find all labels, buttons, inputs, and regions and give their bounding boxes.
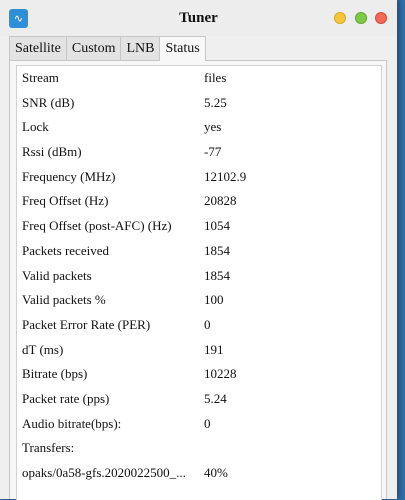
- row-value: 1854: [204, 267, 230, 283]
- row-value: yes: [204, 119, 222, 135]
- tab-satellite[interactable]: Satellite: [9, 36, 67, 60]
- minimize-button[interactable]: [334, 12, 346, 24]
- table-row: Valid packets 1854: [17, 264, 381, 289]
- row-key: Packet Error Rate (PER): [22, 316, 151, 332]
- table-row: Audio bitrate(bps): 0: [17, 412, 381, 437]
- row-key: SNR (dB): [22, 94, 75, 110]
- table-row: Transfers:: [17, 436, 381, 461]
- table-row: Packets received 1854: [17, 239, 381, 264]
- row-key: Packet rate (pps): [22, 390, 110, 406]
- row-key: Freq Offset (post-AFC) (Hz): [22, 218, 172, 234]
- row-value: 191: [204, 341, 224, 357]
- table-row: Packet Error Rate (PER) 0: [17, 313, 381, 338]
- table-row: Lock yes: [17, 115, 381, 140]
- status-table[interactable]: Stream files SNR (dB) 5.25 Lock yes Rssi (d…: [16, 65, 382, 500]
- row-key: Bitrate (bps): [22, 366, 88, 382]
- row-key: Valid packets: [22, 267, 92, 283]
- row-key: Rssi (dBm): [22, 144, 82, 160]
- tab-status[interactable]: Status: [159, 36, 206, 61]
- table-row: Rssi (dBm) -77: [17, 140, 381, 165]
- table-row: Freq Offset (post-AFC) (Hz) 1054: [17, 214, 381, 239]
- row-value: 40%: [204, 465, 228, 480]
- row-value: 1054: [204, 218, 230, 234]
- table-row: Frequency (MHz) 12102.9: [17, 165, 381, 190]
- row-key: Audio bitrate(bps):: [22, 415, 122, 431]
- table-row: dT (ms) 191: [17, 338, 381, 363]
- row-key: Frequency (MHz): [22, 168, 116, 184]
- row-value: 0: [204, 316, 211, 332]
- row-key: Packets received: [22, 242, 109, 258]
- title-bar[interactable]: ∿ Tuner: [0, 0, 397, 36]
- maximize-button[interactable]: [355, 12, 367, 24]
- table-row: Valid packets % 100: [17, 288, 381, 313]
- table-row: SNR (dB) 5.25: [17, 91, 381, 116]
- table-row: Packet rate (pps) 5.24: [17, 387, 381, 412]
- row-value: 12102.9: [204, 168, 247, 184]
- tab-lnb[interactable]: LNB: [120, 36, 161, 60]
- row-value: files: [204, 70, 227, 85]
- table-row: Freq Offset (Hz) 20828: [17, 189, 381, 214]
- table-row: Stream files: [17, 66, 381, 91]
- row-value: 20828: [204, 193, 237, 209]
- tab-custom[interactable]: Custom: [65, 36, 122, 60]
- row-value: -77: [204, 144, 222, 160]
- table-row: opaks/0a58-gfs.2020022500_... 40%: [17, 461, 381, 486]
- row-key: Stream: [22, 70, 59, 85]
- row-value: 1854: [204, 242, 230, 258]
- row-value: 0: [204, 415, 211, 431]
- row-key: Transfers:: [22, 440, 75, 456]
- row-value: 100: [204, 292, 224, 308]
- row-key: opaks/0a58-gfs.2020022500_...: [22, 465, 186, 480]
- row-value: 5.25: [204, 94, 227, 110]
- row-value: 5.24: [204, 390, 227, 406]
- row-key: Lock: [22, 119, 49, 135]
- tab-bar: Satellite Custom LNB Status: [9, 36, 206, 61]
- row-value: 10228: [204, 366, 237, 382]
- table-row: Bitrate (bps) 10228: [17, 362, 381, 387]
- row-key: Valid packets %: [22, 292, 106, 308]
- status-panel: Stream files SNR (dB) 5.25 Lock yes Rssi (d…: [9, 60, 387, 500]
- close-button[interactable]: [375, 12, 387, 24]
- row-key: dT (ms): [22, 341, 64, 357]
- row-key: Freq Offset (Hz): [22, 193, 109, 209]
- tuner-window: ∿ Tuner Satellite Custom LNB Status Stre…: [0, 0, 397, 500]
